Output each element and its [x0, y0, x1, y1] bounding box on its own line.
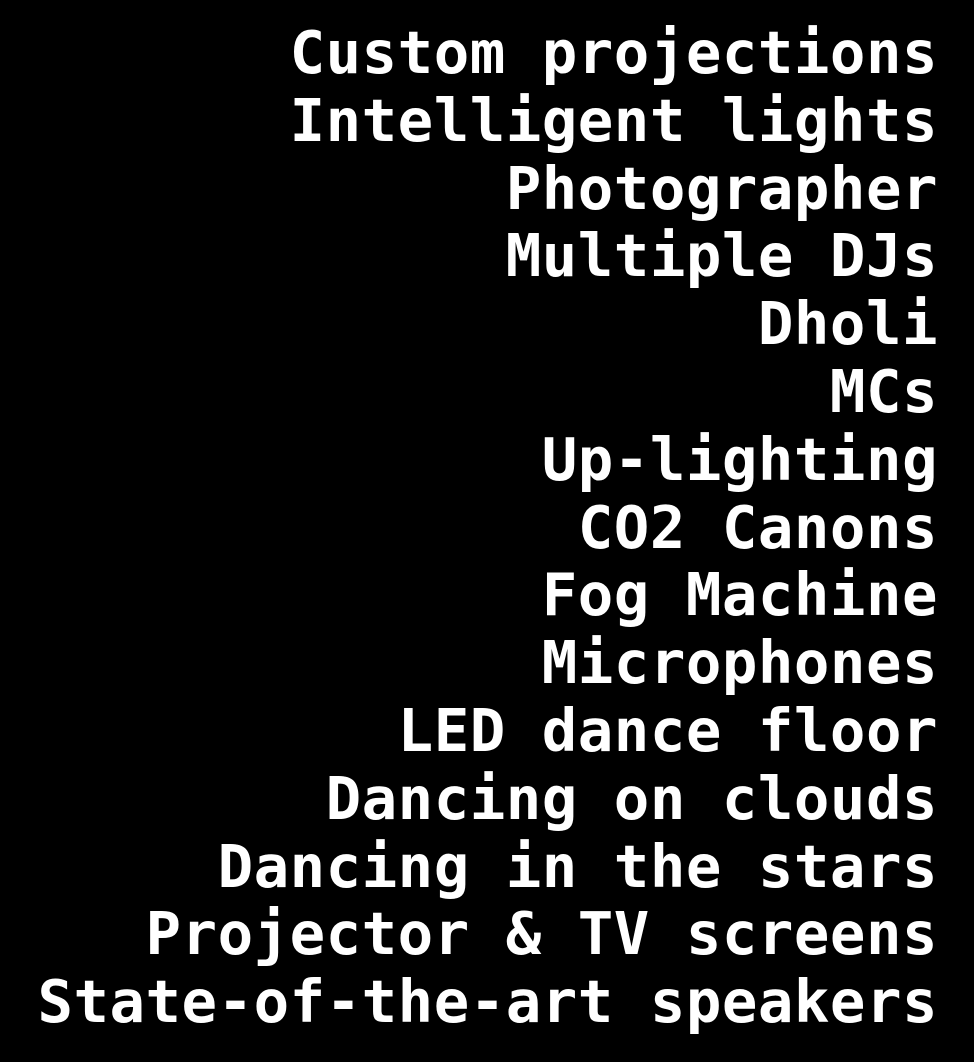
service-item-mcs: MCs	[829, 356, 938, 426]
service-item-intelligent-lights: Intelligent lights	[289, 85, 938, 155]
service-item-dancing-in-the-stars: Dancing in the stars	[217, 831, 938, 901]
service-item-microphones: Microphones	[541, 628, 938, 698]
service-item-fog-machine: Fog Machine	[541, 560, 938, 630]
service-item-custom-projections: Custom projections	[289, 18, 938, 87]
service-item-co2-canons: CO2 Canons	[577, 492, 938, 562]
service-item-dancing-on-clouds: Dancing on clouds	[325, 763, 938, 833]
service-item-multiple-djs: Multiple DJs	[505, 221, 938, 291]
service-item-photographer: Photographer	[505, 153, 938, 223]
service-item-up-lighting: Up-lighting	[541, 424, 938, 494]
service-item-led-dance-floor: LED dance floor	[397, 695, 938, 765]
service-item-dholi: Dholi	[757, 289, 938, 359]
services-list: Custom projections Intelligent lights Ph…	[37, 19, 938, 1036]
service-item-projector-tv-screens: Projector & TV screens	[145, 899, 938, 969]
service-item-speakers: State-of-the-art speakers	[37, 967, 938, 1037]
